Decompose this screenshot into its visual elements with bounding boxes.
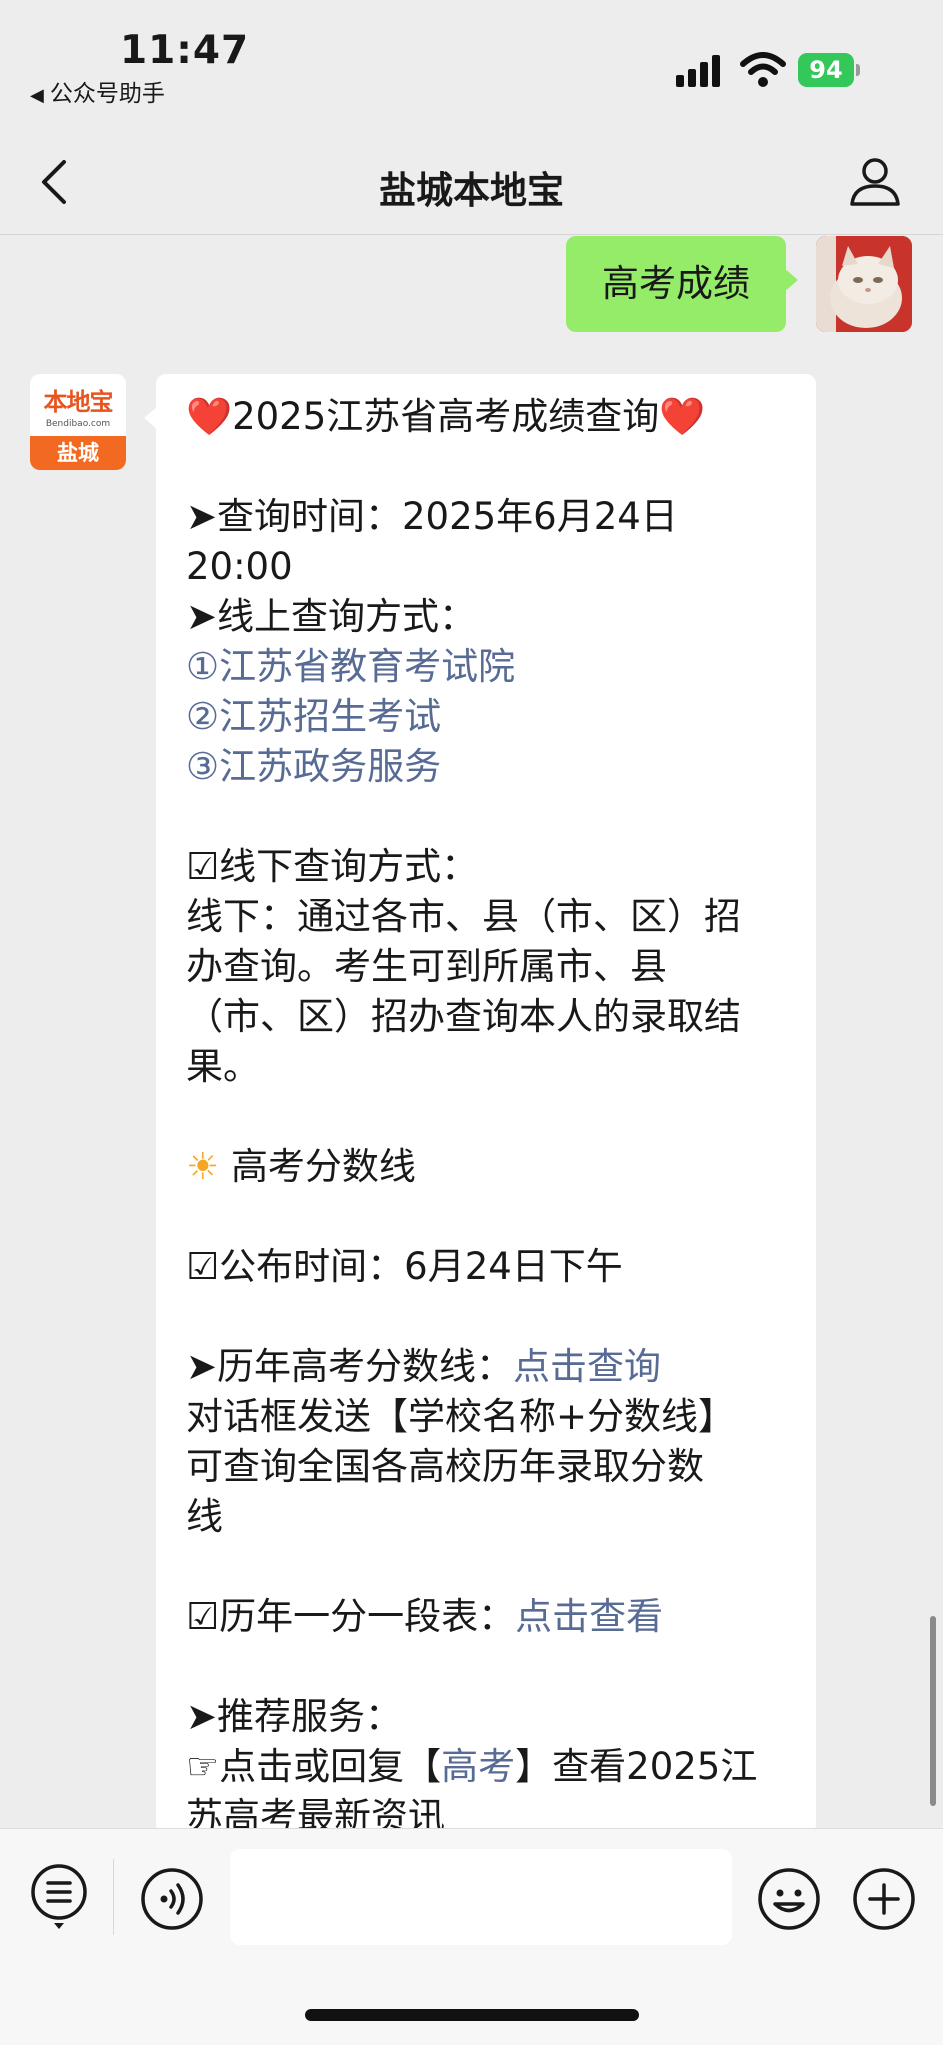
emoji-icon[interactable] (757, 1867, 821, 1931)
nav-bar: 盐城本地宝 (0, 130, 943, 235)
received-message-bubble: ❤️2025江苏省高考成绩查询❤️ ➤查询时间：2025年6月24日 20:00… (156, 374, 816, 1834)
offline-line: 办查询。考生可到所属市、县 (186, 945, 667, 988)
rank-table-label: ☑历年一分一段表： (186, 1595, 516, 1638)
back-to-app[interactable]: ◀ 公众号助手 (30, 74, 165, 108)
message-title-line: ❤️2025江苏省高考成绩查询❤️ (186, 392, 796, 442)
link-jiangsu-admission[interactable]: 江苏招生考试 (219, 695, 441, 738)
divider (113, 1859, 114, 1935)
logo-city: 盐城 (30, 436, 126, 470)
plus-icon[interactable] (852, 1867, 916, 1931)
status-time: 11:47 (120, 28, 250, 73)
sun-icon: ☀ (186, 1145, 220, 1188)
message-title: 2025江苏省高考成绩查询 (232, 395, 660, 438)
profile-icon[interactable] (848, 154, 902, 208)
recommend-label: ➤推荐服务： (186, 1695, 403, 1738)
sent-message-bubble[interactable]: 高考成绩 (566, 236, 798, 332)
online-link-2[interactable]: ②江苏招生考试 (186, 692, 796, 742)
online-link-1[interactable]: ①江苏省教育考试院 (186, 642, 796, 692)
user-avatar[interactable] (816, 236, 912, 332)
wifi-icon (740, 52, 786, 87)
online-query-label: ➤线上查询方式： (186, 595, 477, 638)
link-jiangsu-exam-institute[interactable]: 江苏省教育考试院 (219, 645, 515, 688)
message-input[interactable] (230, 1849, 732, 1945)
cat-avatar-image (816, 236, 912, 332)
heart-icon: ❤️ (186, 395, 233, 438)
cellular-signal-icon (676, 55, 724, 87)
recommend-suffix: 】查看2025江 (515, 1745, 758, 1788)
rank-table-link[interactable]: 点击查看 (515, 1595, 663, 1638)
recommend-prefix: ☞点击或回复【 (186, 1745, 442, 1788)
history-line: 对话框发送【学校名称+分数线】 (186, 1395, 736, 1438)
gaokao-link[interactable]: 高考 (441, 1745, 515, 1788)
home-indicator[interactable] (305, 2009, 639, 2021)
link-number: ① (186, 645, 220, 688)
query-time-line2: 20:00 (186, 545, 293, 588)
back-triangle-icon: ◀ (30, 85, 44, 106)
battery-icon: 94 (798, 53, 860, 87)
link-number: ③ (186, 745, 220, 788)
online-link-3[interactable]: ③江苏政务服务 (186, 742, 796, 792)
history-label: ➤历年高考分数线： (186, 1345, 514, 1388)
offline-line: 果。 (186, 1045, 260, 1088)
back-app-label: 公众号助手 (49, 81, 165, 107)
score-line-heading: ☀ 高考分数线 (186, 1142, 796, 1192)
history-score-line: ➤历年高考分数线：点击查询 (186, 1342, 796, 1392)
voice-icon[interactable] (140, 1867, 204, 1931)
rank-table-line: ☑历年一分一段表：点击查看 (186, 1592, 796, 1642)
logo-text: 本地宝 (43, 388, 114, 416)
history-query-link[interactable]: 点击查询 (513, 1345, 661, 1388)
message-body: ❤️2025江苏省高考成绩查询❤️ ➤查询时间：2025年6月24日 20:00… (186, 392, 796, 1834)
link-number: ② (186, 695, 220, 738)
logo-url: Bendibao.com (45, 419, 111, 429)
offline-query-label: ☑线下查询方式： (186, 845, 479, 888)
query-time: ➤查询时间：2025年6月24日 (186, 495, 678, 538)
score-line-title: 高考分数线 (230, 1145, 416, 1188)
history-line: 可查询全国各高校历年录取分数 (186, 1445, 704, 1488)
sent-message-text: 高考成绩 (602, 262, 750, 305)
scrollbar[interactable] (930, 1616, 936, 1806)
menu-list-icon[interactable] (30, 1863, 88, 1931)
link-jiangsu-gov-service[interactable]: 江苏政务服务 (219, 745, 441, 788)
heart-icon: ❤️ (659, 395, 706, 438)
recommend-line: ☞点击或回复【高考】查看2025江 (186, 1742, 796, 1792)
sender-avatar[interactable]: 本地宝 Bendibao.com 盐城 (30, 374, 126, 470)
offline-line: （市、区）招办查询本人的录取结 (186, 995, 741, 1038)
battery-level: 94 (798, 53, 854, 87)
history-line: 线 (186, 1495, 223, 1538)
offline-line: 线下：通过各市、县（市、区）招 (186, 895, 741, 938)
publish-time: ☑公布时间：6月24日下午 (186, 1245, 623, 1288)
chat-title: 盐城本地宝 (379, 169, 564, 212)
